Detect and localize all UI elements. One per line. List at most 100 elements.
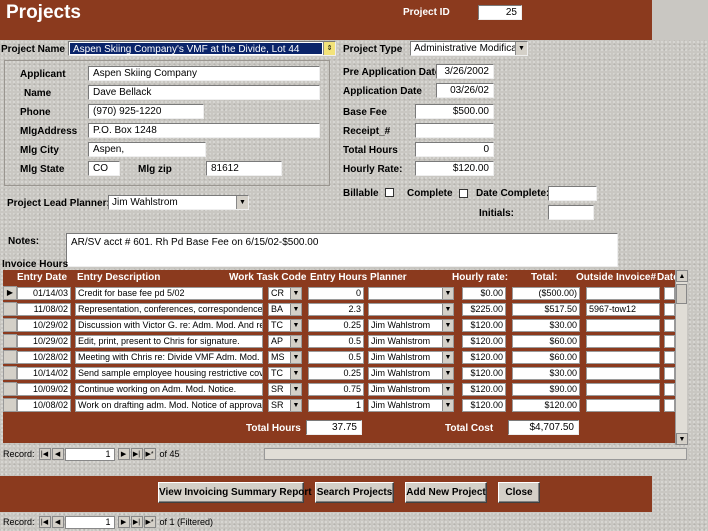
entry-date-cell[interactable]: 01/14/03	[17, 287, 71, 300]
entry-date-cell[interactable]: 10/28/02	[17, 351, 71, 364]
close-button[interactable]: Close	[498, 482, 540, 503]
table-row[interactable]: 10/29/02 Edit, print, present to Chris fo…	[3, 333, 675, 349]
entry-hours-cell[interactable]: 1	[308, 399, 364, 412]
chevron-down-icon[interactable]: ▼	[290, 320, 301, 331]
table-row[interactable]: 11/08/02 Representation, conferences, cor…	[3, 301, 675, 317]
outside-invoice-cell[interactable]	[586, 319, 660, 332]
table-row[interactable]: 10/29/02 Discussion with Victor G. re: Ad…	[3, 317, 675, 333]
planner-cell[interactable]: Jim Wahlstrom ▼	[368, 383, 454, 396]
chevron-down-icon[interactable]: ▼	[442, 336, 453, 347]
chevron-down-icon[interactable]: ▼	[290, 336, 301, 347]
mailing-address-field[interactable]: P.O. Box 1248	[88, 123, 320, 138]
record-selector[interactable]	[3, 302, 17, 316]
table-row[interactable]: ▶ 01/14/03 Credit for base fee pd 5/02 CR ▼ 0…	[3, 285, 675, 301]
hourly-rate-cell[interactable]: $120.00	[462, 351, 506, 364]
previous-record-icon[interactable]: ◀	[51, 516, 64, 528]
table-row[interactable]: 10/28/02 Meeting with Chris re: Divide VM…	[3, 349, 675, 365]
planner-cell[interactable]: Jim Wahlstrom ▼	[368, 351, 454, 364]
entry-description-cell[interactable]: Meeting with Chris re: Divide VMF Adm. M…	[75, 351, 263, 364]
record-selector[interactable]	[3, 366, 17, 380]
outside-invoice-cell[interactable]	[586, 335, 660, 348]
entry-date-cell[interactable]: 10/29/02	[17, 319, 71, 332]
chevron-down-icon[interactable]: ▼	[290, 304, 301, 315]
entry-description-cell[interactable]: Work on drafting adm. Mod. Notice of app…	[75, 399, 263, 412]
receipt-field[interactable]	[415, 123, 494, 138]
entry-date-cell[interactable]: 10/09/02	[17, 383, 71, 396]
total-cell[interactable]: $120.00	[512, 399, 580, 412]
application-date-field[interactable]: 03/26/02	[436, 83, 494, 98]
chevron-down-icon[interactable]: ▼	[290, 400, 301, 411]
record-selector[interactable]	[3, 318, 17, 332]
work-task-code-cell[interactable]: AP ▼	[268, 335, 302, 348]
record-selector[interactable]	[3, 334, 17, 348]
chevron-down-icon[interactable]: ▼	[442, 288, 453, 299]
chevron-down-icon[interactable]: ▼	[442, 384, 453, 395]
table-row[interactable]: 10/14/02 Send sample employee housing res…	[3, 365, 675, 381]
date-cell[interactable]	[664, 335, 675, 348]
entry-hours-cell[interactable]: 0.5	[308, 351, 364, 364]
scroll-up-icon[interactable]: ▲	[676, 270, 688, 282]
work-task-code-cell[interactable]: SR ▼	[268, 383, 302, 396]
next-record-icon[interactable]: ▶	[117, 516, 130, 528]
invoice-total-hours-field[interactable]: 37.75	[306, 420, 362, 435]
scroll-arrows-icon[interactable]: ⇕	[323, 42, 335, 55]
total-cell[interactable]: $30.00	[512, 319, 580, 332]
applicant-field[interactable]: Aspen Skiing Company	[88, 66, 320, 81]
entry-description-cell[interactable]: Send sample employee housing restrictive…	[75, 367, 263, 380]
lead-planner-select[interactable]: Jim Wahlstrom ▼	[108, 195, 249, 210]
outside-invoice-cell[interactable]	[586, 367, 660, 380]
total-hours-field[interactable]: 0	[415, 142, 494, 157]
chevron-down-icon[interactable]: ▼	[290, 384, 301, 395]
outside-invoice-cell[interactable]: 5967-tow12	[586, 303, 660, 316]
total-cell[interactable]: ($500.00)	[512, 287, 580, 300]
entry-hours-cell[interactable]: 0.25	[308, 319, 364, 332]
hourly-rate-cell[interactable]: $0.00	[462, 287, 506, 300]
outside-invoice-cell[interactable]	[586, 383, 660, 396]
notes-field[interactable]: AR/SV acct # 601. Rh Pd Base Fee on 6/15…	[66, 233, 618, 267]
date-cell[interactable]	[664, 351, 675, 364]
chevron-down-icon[interactable]: ▼	[442, 352, 453, 363]
entry-description-cell[interactable]: Discussion with Victor G. re: Adm. Mod. …	[75, 319, 263, 332]
scroll-down-icon[interactable]: ▼	[676, 433, 688, 445]
outside-invoice-cell[interactable]	[586, 351, 660, 364]
billable-checkbox[interactable]	[385, 188, 394, 197]
hourly-rate-cell[interactable]: $225.00	[462, 303, 506, 316]
entry-date-cell[interactable]: 10/08/02	[17, 399, 71, 412]
record-selector[interactable]	[3, 350, 17, 364]
date-cell[interactable]	[664, 383, 675, 396]
pre-application-date-field[interactable]: 3/26/2002	[436, 64, 494, 79]
entry-hours-cell[interactable]: 0.25	[308, 367, 364, 380]
entry-description-cell[interactable]: Continue working on Adm. Mod. Notice.	[75, 383, 263, 396]
hourly-rate-cell[interactable]: $120.00	[462, 367, 506, 380]
project-name-field[interactable]: Aspen Skiing Company's VMF at the Divide…	[68, 41, 336, 56]
planner-cell[interactable]: ▼	[368, 287, 454, 300]
chevron-down-icon[interactable]: ▼	[442, 400, 453, 411]
work-task-code-cell[interactable]: CR ▼	[268, 287, 302, 300]
mailing-city-field[interactable]: Aspen,	[88, 142, 206, 157]
mailing-zip-field[interactable]: 81612	[206, 161, 282, 176]
entry-hours-cell[interactable]: 2.3	[308, 303, 364, 316]
chevron-down-icon[interactable]: ▼	[290, 352, 301, 363]
new-record-icon[interactable]: ▶*	[143, 448, 156, 460]
work-task-code-cell[interactable]: MS ▼	[268, 351, 302, 364]
invoice-vertical-scrollbar[interactable]: ▲ ▼	[675, 270, 688, 445]
outside-invoice-cell[interactable]	[586, 399, 660, 412]
hourly-rate-field[interactable]: $120.00	[415, 161, 494, 176]
entry-description-cell[interactable]: Credit for base fee pd 5/02	[75, 287, 263, 300]
mailing-state-field[interactable]: CO	[88, 161, 120, 176]
next-record-icon[interactable]: ▶	[117, 448, 130, 460]
work-task-code-cell[interactable]: TC ▼	[268, 319, 302, 332]
form-record-number[interactable]: 1	[64, 515, 115, 529]
table-row[interactable]: 10/08/02 Work on drafting adm. Mod. Notic…	[3, 397, 675, 413]
total-cell[interactable]: $60.00	[512, 335, 580, 348]
record-selector[interactable]	[3, 398, 17, 412]
chevron-down-icon[interactable]: ▼	[290, 368, 301, 379]
planner-cell[interactable]: ▼	[368, 303, 454, 316]
entry-hours-cell[interactable]: 0	[308, 287, 364, 300]
last-record-icon[interactable]: ▶|	[130, 516, 143, 528]
date-cell[interactable]	[664, 303, 675, 316]
search-projects-button[interactable]: Search Projects	[315, 482, 394, 503]
total-cell[interactable]: $517.50	[512, 303, 580, 316]
contact-name-field[interactable]: Dave Bellack	[88, 85, 320, 100]
entry-date-cell[interactable]: 10/14/02	[17, 367, 71, 380]
